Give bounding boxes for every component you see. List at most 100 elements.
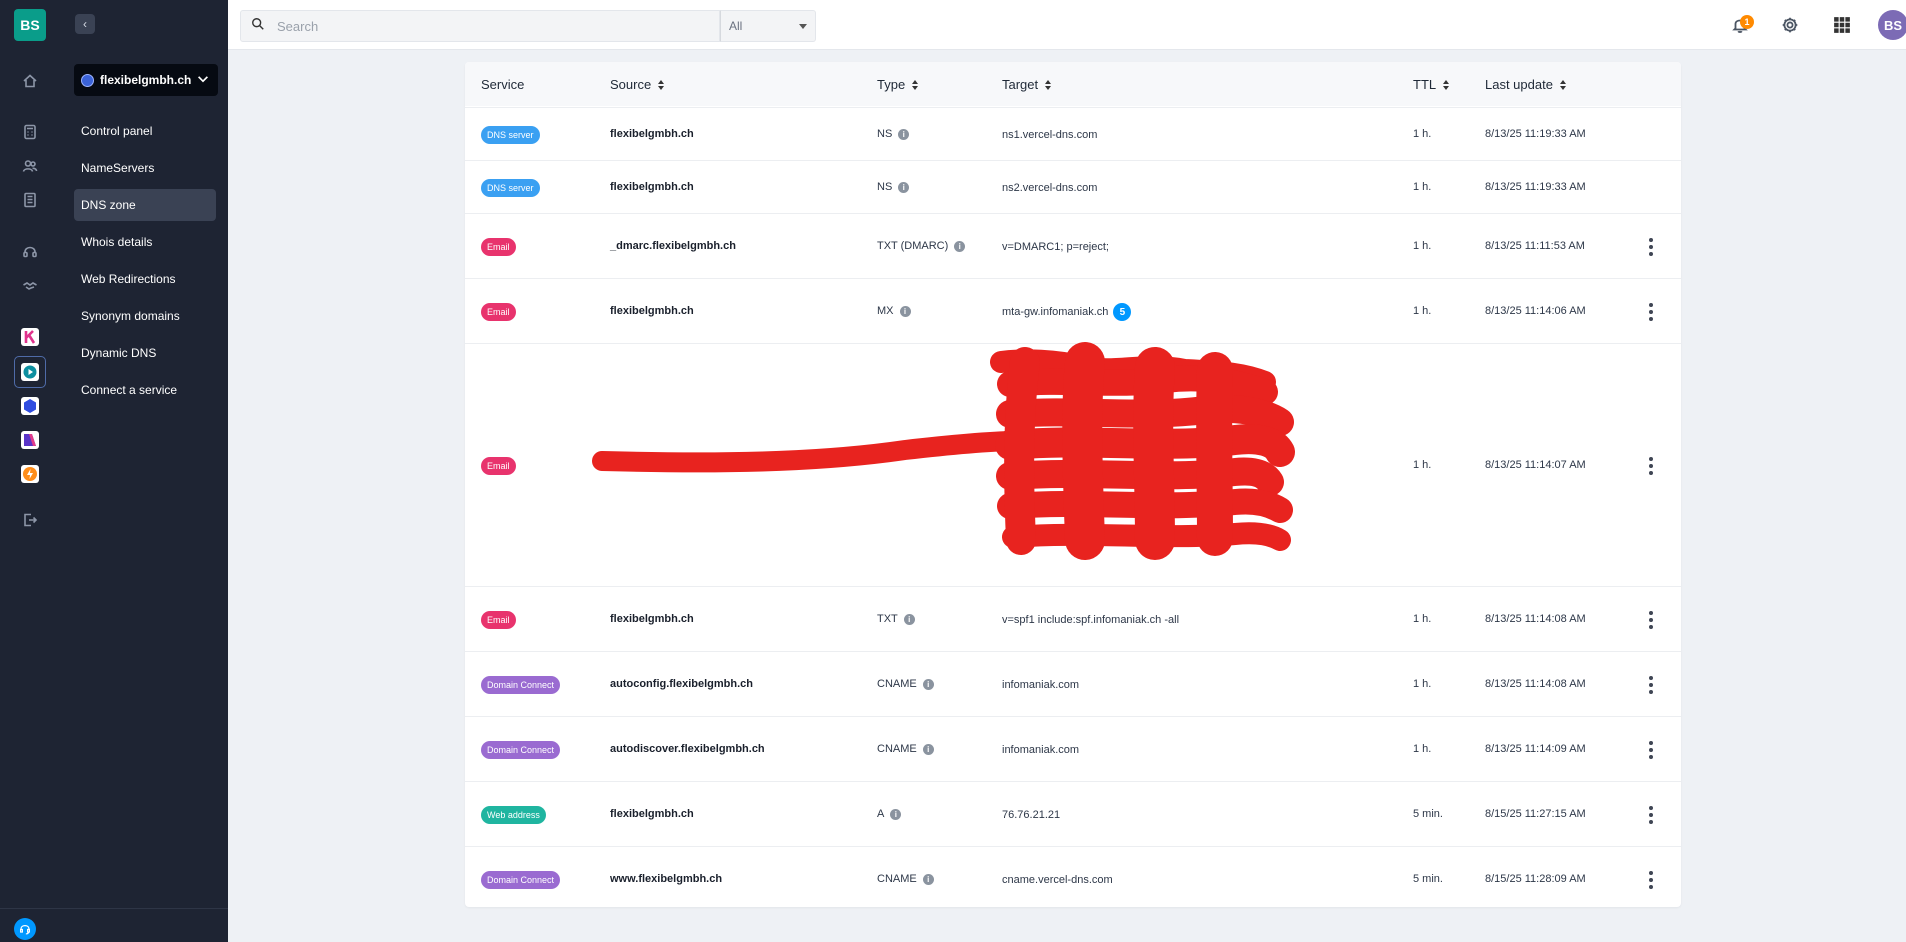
column-header-last-update[interactable]: Last update bbox=[1485, 77, 1566, 92]
sidebar-item-dynamic-dns[interactable]: Dynamic DNS bbox=[74, 337, 216, 369]
ttl-cell: 1 h. bbox=[1413, 613, 1432, 625]
target-label: v=spf1 include:spf.infomaniak.ch -all bbox=[1002, 614, 1180, 626]
table-row[interactable]: Domain Connect autodiscover.flexibelgmbh.… bbox=[465, 716, 1681, 781]
sidebar-item-label: Synonym domains bbox=[81, 309, 180, 323]
column-header-target[interactable]: Target bbox=[1002, 77, 1052, 92]
info-icon[interactable]: i bbox=[954, 240, 966, 252]
home-icon[interactable] bbox=[20, 71, 40, 91]
building-icon[interactable] bbox=[20, 190, 40, 210]
more-vert-icon[interactable] bbox=[1643, 302, 1659, 322]
info-icon[interactable]: i bbox=[890, 808, 902, 820]
filter-select-value: All bbox=[729, 19, 743, 33]
sort-icon bbox=[1045, 79, 1052, 90]
sidebar-item-synonym-domains[interactable]: Synonym domains bbox=[74, 300, 216, 332]
sidebar-item-connect-service[interactable]: Connect a service bbox=[74, 374, 216, 406]
target-cell: 76.76.21.21 bbox=[1002, 806, 1060, 824]
source-cell: flexibelgmbh.ch bbox=[610, 808, 694, 820]
apps-grid-icon[interactable] bbox=[1830, 13, 1854, 37]
column-header-label: Service bbox=[481, 77, 525, 92]
type-label: CNAME bbox=[877, 678, 917, 690]
type-cell: CNAME i bbox=[877, 743, 934, 755]
table-row[interactable]: Email flexibelgmbh.ch MX i mta-gw.infomaniak… bbox=[465, 278, 1681, 343]
type-label: TXT bbox=[877, 613, 898, 625]
target-cell: v=spf1 include:spf.infomaniak.ch -all bbox=[1002, 611, 1179, 629]
source-cell: _dmarc.flexibelgmbh.ch bbox=[610, 240, 736, 252]
sidebar-item-web-redirections[interactable]: Web Redirections bbox=[74, 263, 216, 295]
domain-selector[interactable]: flexibelgmbh.ch bbox=[74, 64, 218, 96]
sidebar-item-whois-details[interactable]: Whois details bbox=[74, 226, 216, 258]
info-icon[interactable]: i bbox=[922, 678, 934, 690]
table-row[interactable]: Web address flexibelgmbh.ch Ai 76.76.21.21 5… bbox=[465, 781, 1681, 846]
filter-select[interactable]: All bbox=[720, 10, 816, 42]
domains-app-icon[interactable] bbox=[21, 363, 39, 381]
info-icon[interactable]: i bbox=[922, 743, 934, 755]
info-icon[interactable]: i bbox=[922, 873, 934, 885]
table-row[interactable]: Email _dmarc.flexibelgmbh.ch TXT (DMARC) i v… bbox=[465, 213, 1681, 278]
sidebar-item-dns-zone[interactable]: DNS zone bbox=[74, 189, 216, 221]
table-row[interactable]: Domain Connect www.flexibelgmbh.ch CNAME i c… bbox=[465, 846, 1681, 911]
type-label: A bbox=[877, 808, 885, 820]
gear-icon[interactable] bbox=[1778, 13, 1802, 37]
table-row[interactable]: DNS server flexibelgmbh.ch NS i ns1.vercel-d… bbox=[465, 107, 1681, 160]
service-badge: Web address bbox=[481, 806, 546, 824]
target-cell: ns1.vercel-dns.com bbox=[1002, 126, 1097, 144]
source-cell: autodiscover.flexibelgmbh.ch bbox=[610, 743, 765, 755]
table-row[interactable]: Email flexibelgmbh.ch TXT i v=spf1 include:s… bbox=[465, 586, 1681, 651]
search-input[interactable] bbox=[277, 18, 697, 34]
more-vert-icon[interactable] bbox=[1643, 610, 1659, 630]
source-cell: flexibelgmbh.ch bbox=[610, 305, 694, 317]
sidebar-item-control-panel[interactable]: Control panel bbox=[74, 115, 216, 147]
table-row[interactable]: DNS server flexibelgmbh.ch NS i ns2.vercel-d… bbox=[465, 160, 1681, 213]
calculator-icon[interactable] bbox=[20, 122, 40, 142]
more-vert-icon[interactable] bbox=[1643, 237, 1659, 257]
sidebar-item-nameservers[interactable]: NameServers bbox=[74, 152, 216, 184]
headset-icon[interactable] bbox=[20, 242, 40, 262]
swisstransfer-app-icon[interactable] bbox=[21, 465, 39, 483]
kmeet-app-icon[interactable] bbox=[21, 431, 39, 449]
target-cell: v=DMARC1; p=reject; bbox=[1002, 238, 1109, 256]
more-vert-icon[interactable] bbox=[1643, 456, 1659, 476]
table-row[interactable]: Email 1 h. 8/13/25 11:14:07 AM bbox=[465, 343, 1681, 586]
sort-icon bbox=[912, 79, 919, 90]
info-icon[interactable]: i bbox=[898, 181, 910, 193]
more-vert-icon[interactable] bbox=[1643, 675, 1659, 695]
type-label: NS bbox=[877, 128, 893, 140]
type-label: CNAME bbox=[877, 743, 917, 755]
table-row[interactable]: Domain Connect autoconfig.flexibelgmbh.ch… bbox=[465, 651, 1681, 716]
avatar[interactable]: BS bbox=[1878, 10, 1906, 40]
more-vert-icon[interactable] bbox=[1643, 805, 1659, 825]
handshake-icon[interactable] bbox=[20, 276, 40, 296]
chevron-left-icon: ‹ bbox=[83, 17, 87, 31]
users-icon[interactable] bbox=[20, 156, 40, 176]
collapse-sidebar-button[interactable]: ‹ bbox=[75, 14, 95, 34]
info-icon[interactable]: i bbox=[899, 305, 911, 317]
type-label: NS bbox=[877, 181, 893, 193]
mx-count-badge[interactable]: 5 bbox=[1113, 303, 1132, 321]
more-vert-icon[interactable] bbox=[1643, 870, 1659, 890]
notification-badge: 1 bbox=[1740, 15, 1754, 29]
source-cell: flexibelgmbh.ch bbox=[610, 181, 694, 193]
info-icon[interactable]: i bbox=[898, 128, 910, 140]
search-box bbox=[240, 10, 720, 42]
logout-icon[interactable] bbox=[20, 510, 40, 530]
column-header-type[interactable]: Type bbox=[877, 77, 919, 92]
account-logo[interactable]: BS bbox=[14, 9, 46, 41]
target-cell: mta-gw.infomaniak.ch 5 bbox=[1002, 303, 1132, 321]
support-chat-icon[interactable] bbox=[14, 918, 36, 940]
more-vert-icon[interactable] bbox=[1643, 740, 1659, 760]
type-cell: NS i bbox=[877, 128, 910, 140]
service-badge: Email bbox=[481, 611, 516, 629]
kchat-app-icon[interactable] bbox=[21, 328, 39, 346]
type-cell: CNAME i bbox=[877, 873, 934, 885]
last-update-cell: 8/13/25 11:14:06 AM bbox=[1485, 305, 1586, 317]
info-icon[interactable]: i bbox=[903, 613, 915, 625]
type-cell: TXT i bbox=[877, 613, 915, 625]
target-label: v=DMARC1; p=reject; bbox=[1002, 241, 1109, 253]
service-badge: Domain Connect bbox=[481, 871, 561, 889]
column-header-service: Service bbox=[481, 77, 524, 92]
column-header-ttl[interactable]: TTL bbox=[1413, 77, 1450, 92]
kdrive-app-icon[interactable] bbox=[21, 397, 39, 415]
caret-down-icon bbox=[799, 24, 807, 29]
column-header-source[interactable]: Source bbox=[610, 77, 665, 92]
chevron-down-icon bbox=[196, 72, 210, 89]
